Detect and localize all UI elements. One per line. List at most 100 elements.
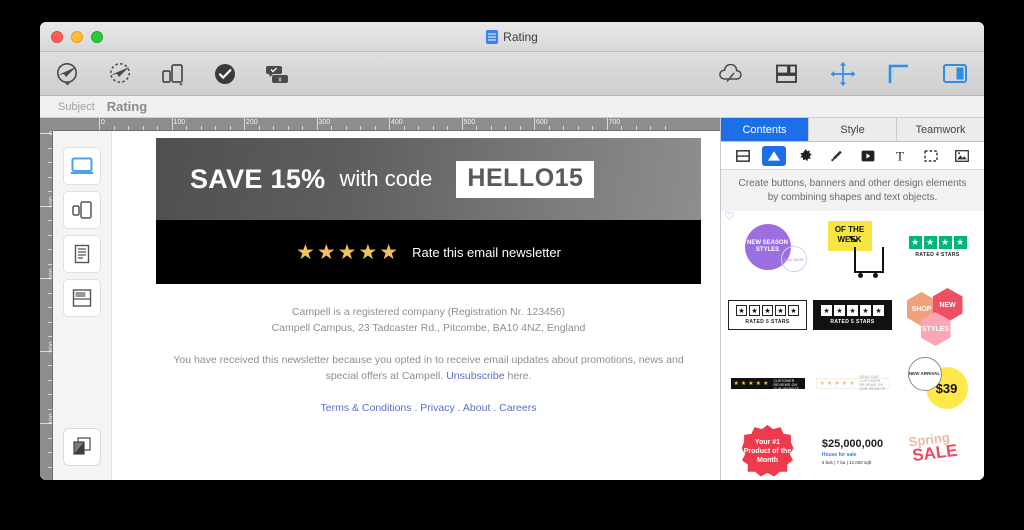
badge-product-of-the-month[interactable]: Your #1 Product of the Month [725, 417, 810, 480]
spring-line2: SALE [910, 440, 959, 466]
link-separator: . [490, 402, 500, 414]
promo-with-code-text: with code [339, 166, 433, 191]
editor-area: 01002003004005006007000 0100200300400 [40, 118, 720, 480]
promo-banner: SAVE 15% with code HELLO15 [156, 138, 701, 220]
window-title-text: Rating [503, 30, 538, 44]
badge-shop-new-styles-hex[interactable]: SHOP NEW STYLES [895, 281, 980, 349]
shape-triangle-icon[interactable] [762, 145, 787, 166]
device-plaintext[interactable] [63, 235, 101, 273]
ruler-h-tick: 600 [536, 119, 548, 126]
footer-link[interactable]: Privacy [420, 402, 454, 414]
image-icon[interactable] [950, 146, 974, 166]
window-title: Rating [40, 22, 984, 52]
badge-new-season-styles[interactable]: ♡ NEW SEASON STYLES from $8.99 [724, 211, 810, 281]
guides-icon[interactable] [884, 60, 914, 88]
send-icon[interactable] [54, 60, 84, 88]
ab-test-icon[interactable]: x [262, 60, 292, 88]
layout-block-icon[interactable] [731, 146, 755, 166]
devices-icon[interactable] [158, 60, 188, 88]
star-glyph: ★ [834, 380, 840, 387]
star-glyph: ★ [923, 236, 937, 249]
star-glyph: ★ [775, 305, 786, 316]
heart-icon: ♡ [724, 211, 735, 223]
panel-toggle-icon[interactable] [940, 60, 970, 88]
footer-consent-post: here. [504, 370, 532, 382]
badge-review-strip-dark[interactable]: ★ ★ ★ ★ ★ READ OUR CUSTOMER REVIEWS ON OUR WE… [725, 349, 810, 417]
move-icon[interactable] [828, 60, 858, 88]
link-separator: . [454, 402, 463, 414]
promo-block[interactable]: SAVE 15% with code HELLO15 ★★★★★ Rate th… [156, 138, 701, 284]
footer-consent: You have received this newsletter becaus… [156, 352, 701, 384]
badge-of-the-week-cart[interactable]: OF THE WEEK [810, 213, 895, 281]
email-preview: SAVE 15% with code HELLO15 ★★★★★ Rate th… [112, 131, 720, 480]
send-test-icon[interactable] [106, 60, 136, 88]
star-glyph: ★ [740, 380, 747, 387]
layers-button[interactable] [63, 428, 101, 466]
price-value: $25,000,000 [821, 437, 884, 450]
ruler-h-tick: 400 [391, 119, 403, 126]
text-icon[interactable]: T [888, 146, 912, 166]
subject-label: Subject [58, 100, 95, 113]
footer-link[interactable]: Careers [499, 402, 536, 414]
tab-style[interactable]: Style [809, 118, 897, 141]
badge-text: Your #1 Product of the Month [741, 425, 794, 477]
badge-house-price[interactable]: $25,000,000 House for sale 5 bds | 7 ba | … [810, 417, 895, 480]
star-glyph: ★ [736, 305, 747, 316]
cart-icon [853, 247, 884, 278]
star-glyph: ★ [755, 380, 762, 387]
subject-bar: Subject Rating [40, 96, 984, 118]
video-icon[interactable] [856, 146, 880, 166]
star-glyph: ★ [938, 236, 952, 249]
content-type-toolbar: T [721, 142, 984, 170]
badge-sub: from $8.99 [780, 246, 807, 272]
subject-value[interactable]: Rating [107, 99, 147, 114]
star-glyph: ★ [762, 305, 773, 316]
badge-rated-5-stars-black[interactable]: ★ ★ ★ ★ ★ RATED 5 STARS [810, 281, 895, 349]
star-glyph: ★ [849, 380, 855, 387]
star-glyph: ★ [860, 305, 871, 316]
pen-icon[interactable] [825, 146, 849, 166]
badge-text: NEW ARRIVAL [907, 357, 942, 391]
layout-icon[interactable] [772, 60, 802, 88]
ruler-h-tick: 500 [463, 119, 476, 126]
unsubscribe-link[interactable]: Unsubscribe [446, 370, 504, 382]
device-desktop[interactable] [63, 147, 101, 185]
panel-description: Create buttons, banners and other design… [721, 170, 984, 211]
badge-spring-sale[interactable]: Spring SALE [895, 417, 980, 480]
canvas-area: SAVE 15% with code HELLO15 ★★★★★ Rate th… [53, 131, 720, 480]
footer-link[interactable]: About [463, 402, 490, 414]
device-preview[interactable] [63, 279, 101, 317]
check-circle-icon[interactable] [210, 60, 240, 88]
tab-teamwork[interactable]: Teamwork [897, 118, 984, 141]
vertical-ruler: 0100200300400 [40, 131, 53, 480]
star-glyph: ★ [873, 305, 884, 316]
toolbar-left-group: x [54, 60, 292, 88]
cloud-icon[interactable] [716, 60, 746, 88]
star-glyph: ★ [953, 236, 967, 249]
star-glyph: ★ [847, 305, 858, 316]
price-sub: House for sale [821, 451, 857, 458]
star-glyph: ★ [841, 380, 848, 387]
selection-icon[interactable] [919, 146, 943, 166]
badge-text: RATED 4 STARS [915, 252, 960, 258]
app-body: 01002003004005006007000 0100200300400 [40, 118, 984, 480]
star-glyph: ★ [821, 305, 832, 316]
star-glyph: ★ [826, 380, 833, 387]
toolbar-right-group [716, 60, 970, 88]
price-details: 5 bds | 7 ba | 12,000 sqft [821, 459, 872, 465]
badge-text: READ OUR CUSTOMER REVIEWS ON OUR WEBSITE [859, 375, 886, 391]
badge-star-icon[interactable] [793, 146, 817, 166]
badge-rated-4-stars[interactable]: ★ ★ ★ ★ RATED 4 STARS [895, 213, 980, 281]
horizontal-ruler: 01002003004005006007000 [40, 118, 720, 131]
badge-text: READ OUR CUSTOMER REVIEWS ON OUR WEBSITE [773, 375, 800, 391]
badge-rated-5-stars-outline[interactable]: ★ ★ ★ ★ ★ RATED 5 STARS [725, 281, 810, 349]
asset-gallery: ♡ NEW SEASON STYLES from $8.99 OF THE WEEK ★… [721, 211, 984, 480]
rating-stars[interactable]: ★★★★★ [296, 240, 400, 265]
svg-text:T: T [896, 149, 904, 162]
badge-review-strip-light[interactable]: ★ ★ ★ ★ ★ READ OUR CUSTOMER REVIEWS ON OUR WE… [810, 349, 895, 417]
footer-link[interactable]: Terms & Conditions [320, 402, 411, 414]
device-mobile[interactable] [63, 191, 101, 229]
star-glyph: ★ [834, 305, 845, 316]
tab-contents[interactable]: Contents [721, 118, 809, 141]
badge-new-arrival-39[interactable]: $39 NEW ARRIVAL [895, 349, 980, 417]
